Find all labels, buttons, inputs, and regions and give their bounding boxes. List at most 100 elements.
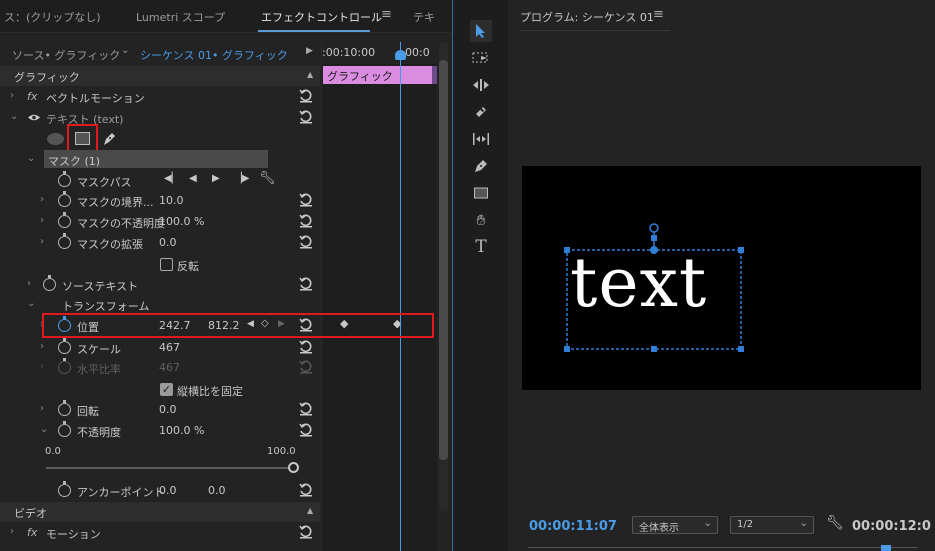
rotation-row: › 回転 0.0	[0, 400, 320, 420]
chevron-down-icon[interactable]: ⌄	[27, 298, 35, 309]
video-frame[interactable]: text	[522, 166, 921, 390]
play-only-icon[interactable]: ▶	[306, 46, 313, 56]
stopwatch-icon[interactable]	[58, 338, 71, 354]
program-monitor-title[interactable]: プログラム: シーケンス 01	[520, 9, 654, 25]
time-ruler[interactable]: :00:10:00 00:0	[322, 42, 438, 64]
stopwatch-icon[interactable]	[58, 191, 71, 207]
tab-source[interactable]: ス：(クリップなし)	[4, 9, 101, 25]
fx-icon[interactable]: fx	[27, 90, 37, 103]
stopwatch-icon[interactable]	[58, 233, 71, 249]
reset-icon[interactable]	[298, 339, 314, 355]
reset-icon[interactable]	[298, 88, 314, 104]
reset-icon[interactable]	[298, 401, 314, 417]
collapse-up-icon[interactable]: ▲	[307, 506, 313, 515]
pen-tool[interactable]	[470, 155, 492, 177]
razor-tool[interactable]	[470, 101, 492, 123]
track-backward-all-icon[interactable]: ◀▏	[164, 173, 179, 184]
mask-feather-row: › マスクの境界... 10.0	[0, 191, 320, 211]
clip-bar[interactable]: グラフィック	[323, 66, 437, 84]
chevron-right-icon[interactable]: ›	[40, 403, 44, 414]
track-select-tool[interactable]	[470, 47, 492, 69]
selection-tool[interactable]	[470, 20, 492, 42]
wrench-icon[interactable]: 🔧︎	[259, 171, 276, 186]
tab-lumetri-scopes[interactable]: Lumetri スコープ	[136, 9, 225, 25]
reset-icon[interactable]	[298, 422, 314, 438]
ripple-edit-tool[interactable]	[470, 74, 492, 96]
scale-value[interactable]: 467	[159, 341, 180, 354]
chevron-down-icon[interactable]: ⌄	[121, 45, 129, 56]
chevron-down-icon[interactable]: ⌄	[27, 153, 35, 164]
scrubber-track[interactable]	[528, 547, 918, 548]
slip-tool[interactable]	[470, 128, 492, 150]
pen-mask-icon[interactable]	[101, 130, 117, 147]
sequence-label[interactable]: シーケンス 01• グラフィック	[140, 47, 288, 63]
collapse-up-icon[interactable]: ▲	[307, 70, 313, 79]
fx-icon[interactable]: fx	[27, 526, 37, 539]
stopwatch-icon[interactable]	[58, 481, 71, 497]
mask-opacity-value[interactable]: 100.0 %	[159, 215, 204, 228]
type-tool[interactable]: T	[470, 236, 492, 258]
chevron-right-icon[interactable]: ›	[40, 194, 44, 205]
chevron-right-icon[interactable]: ›	[40, 236, 44, 247]
hand-tool[interactable]: ✋︎	[470, 209, 492, 231]
tab-text[interactable]: テキ	[413, 9, 435, 25]
chevron-right-icon[interactable]: ›	[27, 278, 31, 289]
chevron-down-icon[interactable]: ⌄	[10, 111, 18, 122]
reset-icon[interactable]	[298, 482, 314, 498]
keyframe-timeline[interactable]: :00:10:00 00:0 グラフィック ◆ ◆	[321, 42, 438, 551]
opacity-slider-track[interactable]	[46, 467, 292, 469]
current-timecode[interactable]: 00:00:11:07	[529, 519, 617, 534]
track-forward-all-icon[interactable]: ▕▶	[234, 173, 249, 184]
playhead[interactable]	[400, 42, 401, 551]
transform-bounding-box[interactable]	[522, 166, 921, 390]
uniform-scale-checkbox[interactable]: ✓	[160, 383, 173, 396]
chevron-right-icon[interactable]: ›	[10, 90, 14, 101]
stopwatch-icon[interactable]	[58, 171, 71, 187]
reset-icon[interactable]	[298, 524, 314, 540]
mask-expansion-value[interactable]: 0.0	[159, 236, 177, 249]
stopwatch-icon[interactable]	[43, 275, 56, 291]
opacity-slider-handle[interactable]	[288, 462, 299, 473]
ellipse-mask-icon[interactable]	[47, 133, 64, 145]
chevron-right-icon[interactable]: ›	[40, 215, 44, 226]
scale-width-value: 467	[159, 361, 180, 374]
reset-icon[interactable]	[298, 234, 314, 250]
fit-select[interactable]: 全体表示 ⌄	[632, 516, 718, 534]
rectangle-tool[interactable]	[470, 182, 492, 204]
scrubber-playhead[interactable]	[881, 545, 891, 551]
tab-effect-controls[interactable]: エフェクトコントロール	[261, 9, 382, 25]
mask-opacity-label: マスクの不透明度	[77, 217, 165, 230]
playhead-handle[interactable]	[395, 50, 406, 60]
mask-feather-value[interactable]: 10.0	[159, 194, 184, 207]
chevron-down-icon[interactable]: ⌄	[40, 424, 48, 435]
graphic-section-label: グラフィック	[14, 71, 80, 84]
wrench-icon[interactable]: 🔧︎	[826, 515, 844, 531]
stopwatch-icon[interactable]	[58, 212, 71, 228]
reset-icon[interactable]	[298, 213, 314, 229]
hamburger-icon[interactable]: ≡	[381, 7, 392, 22]
chevron-right-icon[interactable]: ›	[40, 361, 44, 372]
monitor-scrubber[interactable]	[508, 544, 935, 551]
hamburger-icon[interactable]: ≡	[653, 7, 664, 22]
opacity-value[interactable]: 100.0 %	[159, 424, 204, 437]
eye-icon[interactable]	[27, 113, 41, 122]
scale-label: スケール	[77, 343, 121, 356]
rotation-value[interactable]: 0.0	[159, 403, 177, 416]
track-backward-icon[interactable]: ◀	[189, 173, 197, 184]
reset-icon[interactable]	[298, 359, 314, 375]
stopwatch-icon[interactable]	[58, 358, 71, 374]
invert-checkbox[interactable]	[160, 258, 173, 271]
source-label[interactable]: ソース• グラフィック	[12, 47, 120, 63]
reset-icon[interactable]	[298, 109, 314, 125]
stopwatch-icon[interactable]	[58, 400, 71, 416]
chevron-right-icon[interactable]: ›	[10, 526, 14, 537]
anchor-point-x-value[interactable]: 0.0	[159, 484, 177, 497]
reset-icon[interactable]	[298, 276, 314, 292]
reset-icon[interactable]	[298, 192, 314, 208]
chevron-right-icon[interactable]: ›	[40, 341, 44, 352]
anchor-point-y-value[interactable]: 0.0	[208, 484, 226, 497]
resolution-select[interactable]: 1/2 ⌄	[730, 516, 814, 534]
stopwatch-icon[interactable]	[58, 421, 71, 437]
scrollbar-thumb[interactable]	[439, 60, 448, 460]
track-forward-icon[interactable]: ▶	[212, 173, 220, 184]
